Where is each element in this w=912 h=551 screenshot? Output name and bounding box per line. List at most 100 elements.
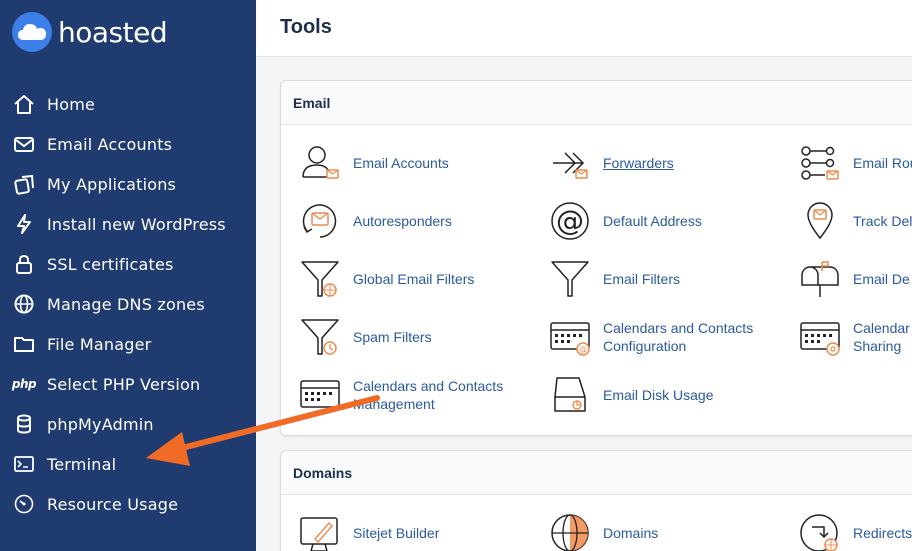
section-header[interactable]: Domains bbox=[281, 451, 912, 495]
tool-label: Calendar Sharing bbox=[853, 320, 910, 354]
tool-label: Calendars and Contacts Configuration bbox=[603, 320, 754, 354]
user-mail-icon bbox=[297, 141, 343, 185]
tool-email-routing[interactable]: Email Rou bbox=[797, 141, 912, 185]
svg-text:@: @ bbox=[556, 204, 584, 237]
global-filter-icon bbox=[297, 257, 343, 301]
sidebar-item-label: Install new WordPress bbox=[47, 214, 226, 234]
spam-filter-icon bbox=[297, 315, 343, 359]
redirects-icon bbox=[797, 511, 843, 551]
sidebar-item-label: phpMyAdmin bbox=[47, 414, 154, 434]
calendar-sharing-icon bbox=[797, 315, 843, 359]
tool-sitejet-builder[interactable]: Sitejet Builder bbox=[297, 511, 439, 551]
tool-label: Redirects bbox=[853, 525, 912, 541]
tool-email-deliverability[interactable]: Email De bbox=[797, 257, 910, 301]
php-icon: php bbox=[11, 377, 37, 391]
tool-label: Track Del bbox=[853, 213, 912, 229]
sidebar-item-select-php[interactable]: php Select PHP Version bbox=[0, 364, 256, 404]
tool-forwarders[interactable]: Forwarders bbox=[547, 141, 674, 185]
cloud-logo-icon bbox=[12, 12, 52, 52]
calendar-config-icon: @ bbox=[547, 315, 593, 359]
mailbox-icon bbox=[797, 257, 843, 301]
forward-icon bbox=[547, 141, 593, 185]
sidebar-item-label: File Manager bbox=[47, 334, 152, 354]
sidebar: hoasted Home Email Accounts My Applicati… bbox=[0, 0, 256, 551]
tool-label: Autoresponders bbox=[353, 213, 452, 229]
disk-usage-icon bbox=[547, 373, 593, 417]
tool-domains[interactable]: Domains bbox=[547, 511, 658, 551]
topbar: Tools bbox=[256, 0, 912, 57]
lock-icon bbox=[12, 252, 36, 276]
sidebar-item-phpmyadmin[interactable]: phpMyAdmin bbox=[0, 404, 256, 444]
sidebar-item-manage-dns[interactable]: Manage DNS zones bbox=[0, 284, 256, 324]
email-section: Email Email Accounts Forwarders Email Ro… bbox=[280, 80, 912, 436]
brand-name: hoasted bbox=[58, 15, 168, 49]
sidebar-item-home[interactable]: Home bbox=[0, 84, 256, 124]
main-content: Tools Email Email Accounts Forwarders Em… bbox=[256, 0, 912, 551]
sidebar-item-label: SSL certificates bbox=[47, 254, 174, 274]
tool-label: Sitejet Builder bbox=[353, 525, 440, 541]
domains-globe-icon bbox=[547, 511, 593, 551]
sidebar-item-label: Home bbox=[47, 94, 96, 114]
home-icon bbox=[12, 92, 36, 116]
globe-icon bbox=[12, 292, 36, 316]
tool-label: Email Filters bbox=[603, 271, 681, 287]
tool-label: Default Address bbox=[603, 213, 702, 229]
section-title: Email bbox=[293, 94, 331, 111]
tool-label: Global Email Filters bbox=[353, 271, 475, 287]
mail-icon bbox=[12, 132, 36, 156]
tool-autoresponders[interactable]: Autoresponders bbox=[297, 199, 452, 243]
tool-calendars-contacts-configuration[interactable]: @ Calendars and Contacts Configuration bbox=[547, 315, 753, 359]
tool-label: Email De bbox=[853, 271, 910, 287]
tool-label: Spam Filters bbox=[353, 329, 432, 345]
tool-label: Email Rou bbox=[853, 155, 912, 171]
tool-spam-filters[interactable]: Spam Filters bbox=[297, 315, 432, 359]
svg-text:@: @ bbox=[579, 345, 587, 354]
tool-global-email-filters[interactable]: Global Email Filters bbox=[297, 257, 474, 301]
sidebar-item-install-wordpress[interactable]: Install new WordPress bbox=[0, 204, 256, 244]
routing-icon bbox=[797, 141, 843, 185]
brand-logo[interactable]: hoasted bbox=[12, 12, 168, 52]
tool-default-address[interactable]: @ Default Address bbox=[547, 199, 702, 243]
applications-icon bbox=[12, 172, 36, 196]
tool-label: Forwarders bbox=[603, 155, 674, 171]
map-pin-mail-icon bbox=[797, 199, 843, 243]
tool-label: Calendars and Contacts Management bbox=[353, 378, 504, 412]
tool-email-disk-usage[interactable]: Email Disk Usage bbox=[547, 373, 713, 417]
sidebar-item-my-applications[interactable]: My Applications bbox=[0, 164, 256, 204]
sidebar-item-email-accounts[interactable]: Email Accounts bbox=[0, 124, 256, 164]
section-title: Domains bbox=[293, 464, 353, 481]
tool-label: Domains bbox=[603, 525, 659, 541]
sidebar-item-label: Resource Usage bbox=[47, 494, 179, 514]
sidebar-item-resource-usage[interactable]: Resource Usage bbox=[0, 484, 256, 524]
tool-calendars-contacts-management[interactable]: Calendars and Contacts Management bbox=[297, 373, 503, 417]
tool-track-delivery[interactable]: Track Del bbox=[797, 199, 912, 243]
database-icon bbox=[12, 412, 36, 436]
terminal-icon bbox=[12, 452, 36, 476]
sidebar-item-file-manager[interactable]: File Manager bbox=[0, 324, 256, 364]
tool-email-filters[interactable]: Email Filters bbox=[547, 257, 680, 301]
gauge-icon bbox=[12, 492, 36, 516]
sidebar-nav: Home Email Accounts My Applications Inst… bbox=[0, 84, 256, 524]
section-header[interactable]: Email bbox=[281, 81, 912, 125]
tool-redirects[interactable]: Redirects bbox=[797, 511, 912, 551]
sidebar-item-terminal[interactable]: Terminal bbox=[0, 444, 256, 484]
sitejet-icon bbox=[297, 511, 343, 551]
sidebar-item-label: Manage DNS zones bbox=[47, 294, 205, 314]
sidebar-item-label: Terminal bbox=[47, 454, 117, 474]
sidebar-item-label: Email Accounts bbox=[47, 134, 173, 154]
sidebar-item-label: My Applications bbox=[47, 174, 177, 194]
tool-email-accounts[interactable]: Email Accounts bbox=[297, 141, 449, 185]
tool-label: Email Disk Usage bbox=[603, 387, 714, 403]
page-title: Tools bbox=[280, 16, 332, 38]
tool-calendar-sharing[interactable]: Calendar Sharing bbox=[797, 315, 910, 359]
domains-section: Domains Sitejet Builder Domains Redirect… bbox=[280, 450, 912, 551]
calendar-management-icon bbox=[297, 373, 343, 417]
filter-icon bbox=[547, 257, 593, 301]
bolt-icon bbox=[12, 212, 36, 236]
at-icon: @ bbox=[547, 199, 593, 243]
sidebar-item-ssl-certificates[interactable]: SSL certificates bbox=[0, 244, 256, 284]
folder-icon bbox=[12, 332, 36, 356]
sidebar-item-label: Select PHP Version bbox=[47, 374, 201, 394]
autoresponder-icon bbox=[297, 199, 343, 243]
tool-label: Email Accounts bbox=[353, 155, 449, 171]
